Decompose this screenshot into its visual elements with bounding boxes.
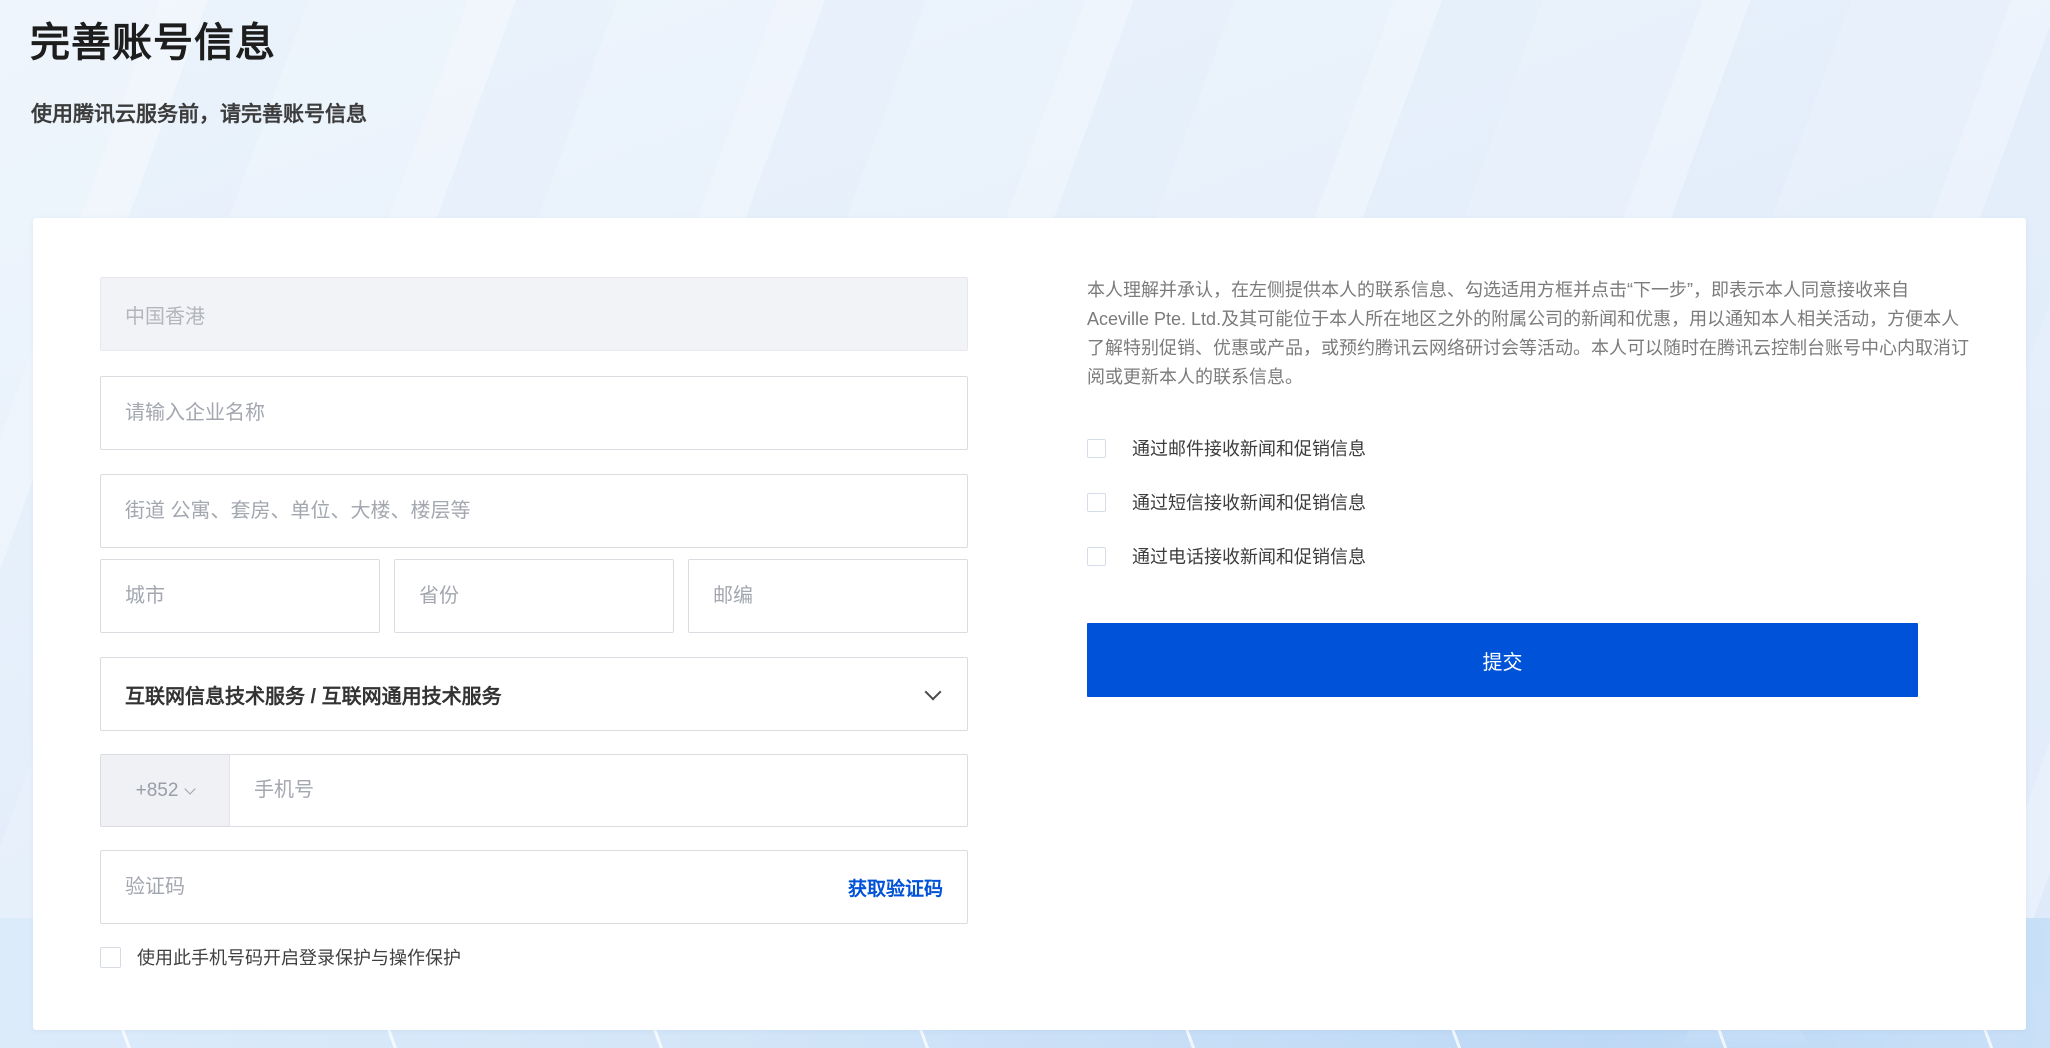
street-address-field	[100, 474, 968, 548]
company-name-field	[100, 376, 968, 450]
phone-number-field: +852	[100, 754, 968, 827]
industry-select[interactable]: 互联网信息技术服务 / 互联网通用技术服务	[100, 657, 968, 731]
get-captcha-code-button[interactable]: 获取验证码	[848, 874, 943, 901]
city-input[interactable]	[101, 560, 379, 632]
company-name-input[interactable]	[101, 377, 967, 449]
login-protection-label: 使用此手机号码开启登录保护与操作保护	[137, 948, 461, 968]
postcode-field	[688, 559, 968, 633]
page-subtitle: 使用腾讯云服务前，请完善账号信息	[31, 103, 367, 126]
consent-option-email: 通过邮件接收新闻和促销信息	[1087, 435, 1366, 461]
country-input	[101, 278, 967, 350]
captcha-field: 获取验证码	[100, 850, 968, 924]
consent-paragraph: 本人理解并承认，在左侧提供本人的联系信息、勾选适用方框并点击“下一步”，即表示本…	[1087, 280, 1969, 387]
email-consent-checkbox[interactable]	[1087, 438, 1106, 458]
phone-consent-checkbox[interactable]	[1087, 546, 1106, 566]
chevron-down-icon	[924, 683, 942, 701]
form-card: 互联网信息技术服务 / 互联网通用技术服务 +852 获取验证码 使用此手机号码…	[33, 218, 2026, 1030]
province-field	[394, 559, 674, 633]
captcha-input[interactable]	[101, 851, 848, 923]
login-protection-row: 使用此手机号码开启登录保护与操作保护	[100, 944, 461, 970]
login-protection-checkbox[interactable]	[100, 946, 121, 968]
country-field	[100, 277, 968, 351]
sms-consent-label: 通过短信接收新闻和促销信息	[1132, 493, 1366, 513]
chevron-down-icon	[184, 782, 197, 795]
city-field	[100, 559, 380, 633]
province-input[interactable]	[395, 560, 673, 632]
postcode-input[interactable]	[689, 560, 967, 632]
email-consent-label: 通过邮件接收新闻和促销信息	[1132, 439, 1366, 459]
country-code-select[interactable]: +852	[101, 755, 230, 826]
industry-selected-value: 互联网信息技术服务 / 互联网通用技术服务	[125, 685, 502, 708]
consent-option-sms: 通过短信接收新闻和促销信息	[1087, 489, 1366, 515]
phone-consent-label: 通过电话接收新闻和促销信息	[1132, 547, 1366, 567]
city-province-postcode-row	[100, 559, 968, 633]
page-title: 完善账号信息	[30, 21, 276, 65]
sms-consent-checkbox[interactable]	[1087, 492, 1106, 512]
consent-option-phone: 通过电话接收新闻和促销信息	[1087, 543, 1366, 569]
account-completion-page: 完善账号信息 使用腾讯云服务前，请完善账号信息 互联网信息技术服务 / 互联网通…	[0, 0, 2050, 1048]
street-address-input[interactable]	[101, 475, 967, 547]
country-code-value: +852	[135, 779, 179, 801]
submit-button[interactable]: 提交	[1087, 623, 1918, 697]
phone-number-input[interactable]	[230, 755, 967, 826]
